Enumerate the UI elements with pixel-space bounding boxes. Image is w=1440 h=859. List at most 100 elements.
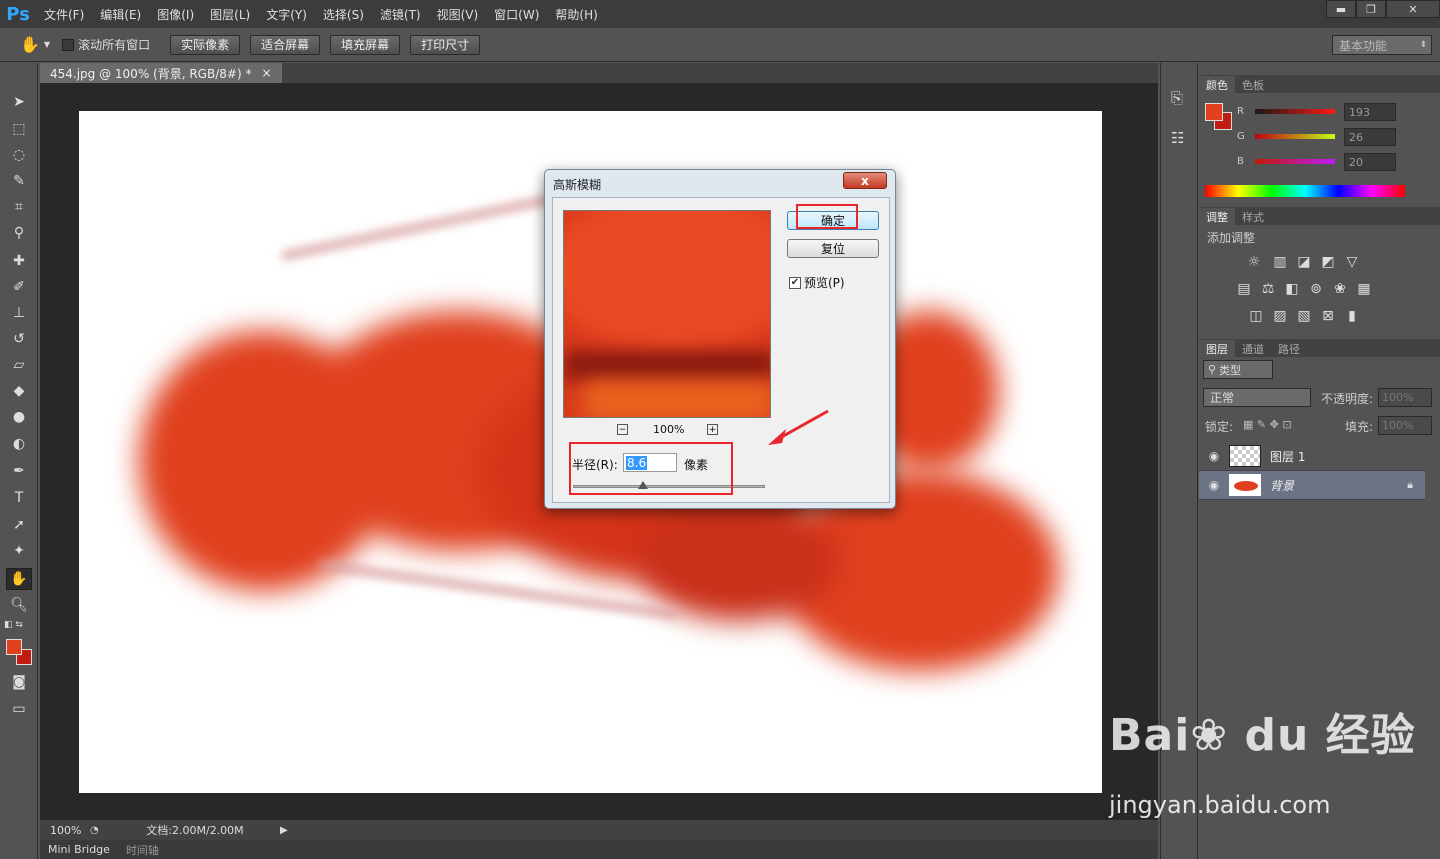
menu-layer[interactable]: 图层(L) bbox=[202, 6, 258, 23]
brightness-icon[interactable]: ☼ bbox=[1245, 254, 1263, 270]
crop-tool-icon[interactable]: ⌗ bbox=[6, 196, 32, 218]
zoom-tool-icon[interactable]: 🔍︎ bbox=[6, 594, 32, 616]
gradient-map-icon[interactable]: ▮ bbox=[1343, 308, 1361, 324]
quick-select-tool-icon[interactable]: ✎ bbox=[6, 170, 32, 192]
close-window-button[interactable]: ✕ bbox=[1386, 0, 1440, 18]
quick-mask-icon[interactable]: ◙ bbox=[6, 671, 32, 693]
tab-layers[interactable]: 图层 bbox=[1199, 340, 1235, 357]
dialog-close-button[interactable]: x bbox=[843, 172, 887, 189]
status-info-icon[interactable]: ◔ bbox=[90, 825, 110, 836]
hand-tool-icon[interactable]: ✋ bbox=[20, 35, 40, 54]
properties-panel-icon[interactable]: ☷ bbox=[1171, 129, 1184, 147]
layer-row-background[interactable]: ◉ 背景 🔒︎ bbox=[1199, 471, 1425, 500]
panel-foreground-swatch[interactable] bbox=[1205, 103, 1223, 121]
r-value[interactable]: 193 bbox=[1344, 103, 1396, 121]
tab-styles[interactable]: 样式 bbox=[1235, 208, 1271, 225]
actual-pixels-button[interactable]: 实际像素 bbox=[170, 34, 241, 55]
blur-tool-icon[interactable]: ● bbox=[6, 406, 32, 428]
tab-paths[interactable]: 路径 bbox=[1271, 340, 1307, 357]
threshold-icon[interactable]: ▧ bbox=[1295, 308, 1313, 324]
tool-preset-dropdown-icon[interactable]: ▼ bbox=[44, 40, 50, 49]
color-balance-icon[interactable]: ⚖ bbox=[1259, 281, 1277, 297]
paint-bucket-tool-icon[interactable]: ◆ bbox=[6, 380, 32, 402]
fit-screen-button[interactable]: 适合屏幕 bbox=[250, 34, 321, 55]
photo-filter-icon[interactable]: ⊚ bbox=[1307, 281, 1325, 297]
menu-help[interactable]: 帮助(H) bbox=[547, 6, 605, 23]
preview-zoom-out-button[interactable]: − bbox=[617, 424, 628, 435]
dodge-tool-icon[interactable]: ◐ bbox=[6, 433, 32, 455]
menu-select[interactable]: 选择(S) bbox=[315, 6, 372, 23]
zoom-level[interactable]: 100% bbox=[40, 824, 90, 837]
fill-screen-button[interactable]: 填充屏幕 bbox=[330, 34, 401, 55]
foreground-color-swatch[interactable] bbox=[6, 639, 22, 655]
menu-window[interactable]: 窗口(W) bbox=[486, 6, 547, 23]
hue-saturation-icon[interactable]: ▤ bbox=[1235, 281, 1253, 297]
menu-edit[interactable]: 编辑(E) bbox=[92, 6, 149, 23]
eyedropper-tool-icon[interactable]: ⚲ bbox=[6, 222, 32, 244]
menu-filter[interactable]: 滤镜(T) bbox=[372, 6, 429, 23]
g-value[interactable]: 26 bbox=[1344, 128, 1396, 146]
eraser-tool-icon[interactable]: ▱ bbox=[6, 354, 32, 376]
preview-checkbox[interactable]: ✔ bbox=[789, 276, 801, 289]
tab-color[interactable]: 颜色 bbox=[1199, 76, 1235, 93]
shape-tool-icon[interactable]: ✦ bbox=[6, 540, 32, 562]
channel-mixer-icon[interactable]: ❀ bbox=[1331, 281, 1349, 297]
screen-mode-icon[interactable]: ▭ bbox=[6, 698, 32, 720]
print-size-button[interactable]: 打印尺寸 bbox=[410, 34, 481, 55]
preview-option[interactable]: ✔ 预览(P) bbox=[789, 274, 845, 291]
blur-preview[interactable] bbox=[563, 210, 771, 418]
exposure-icon[interactable]: ◩ bbox=[1319, 254, 1337, 270]
marquee-tool-icon[interactable]: ⬚ bbox=[6, 118, 32, 140]
menu-file[interactable]: 文件(F) bbox=[36, 6, 92, 23]
selective-color-icon[interactable]: ⊠ bbox=[1319, 308, 1337, 324]
menu-type[interactable]: 文字(Y) bbox=[258, 6, 315, 23]
tab-adjustments[interactable]: 调整 bbox=[1199, 208, 1235, 225]
pen-tool-icon[interactable]: ✒ bbox=[6, 460, 32, 482]
preview-zoom-in-button[interactable]: + bbox=[707, 424, 718, 435]
path-select-tool-icon[interactable]: ➚ bbox=[6, 514, 32, 536]
tab-swatches[interactable]: 色板 bbox=[1235, 76, 1271, 93]
tab-mini-bridge[interactable]: Mini Bridge bbox=[40, 840, 118, 859]
g-slider[interactable] bbox=[1255, 133, 1335, 139]
r-slider[interactable] bbox=[1255, 108, 1335, 114]
history-panel-icon[interactable]: ⎘ bbox=[1171, 89, 1183, 107]
color-lookup-icon[interactable]: ▦ bbox=[1355, 281, 1373, 297]
healing-brush-tool-icon[interactable]: ✚ bbox=[6, 250, 32, 272]
workspace-select[interactable]: 基本功能 ⬍ bbox=[1332, 35, 1432, 55]
posterize-icon[interactable]: ▨ bbox=[1271, 308, 1289, 324]
hand-tool-active-icon[interactable]: ✋ bbox=[6, 568, 32, 590]
document-tab-close-icon[interactable]: × bbox=[261, 66, 271, 80]
tab-channels[interactable]: 通道 bbox=[1235, 340, 1271, 357]
layer-filter-select[interactable]: ⚲ 类型 bbox=[1203, 360, 1273, 379]
menu-image[interactable]: 图像(I) bbox=[149, 6, 202, 23]
layer-visibility-icon[interactable]: ◉ bbox=[1199, 478, 1229, 492]
tab-timeline[interactable]: 时间轴 bbox=[118, 840, 167, 859]
b-value[interactable]: 20 bbox=[1344, 153, 1396, 171]
blend-mode-select[interactable]: 正常 bbox=[1203, 388, 1311, 407]
restore-button[interactable]: ❐ bbox=[1356, 0, 1386, 18]
document-tab[interactable]: 454.jpg @ 100% (背景, RGB/8#) * × bbox=[40, 63, 282, 83]
status-menu-arrow-icon[interactable]: ▶ bbox=[280, 825, 288, 836]
reset-button[interactable]: 复位 bbox=[787, 239, 879, 258]
invert-icon[interactable]: ◫ bbox=[1247, 308, 1265, 324]
minimize-button[interactable]: ▬ bbox=[1326, 0, 1356, 18]
color-spectrum[interactable] bbox=[1205, 185, 1405, 197]
stamp-tool-icon[interactable]: ⊥ bbox=[6, 302, 32, 324]
levels-icon[interactable]: ▥ bbox=[1271, 254, 1289, 270]
vibrance-icon[interactable]: ▽ bbox=[1343, 254, 1361, 270]
opacity-field[interactable]: 100% bbox=[1378, 388, 1432, 407]
scroll-all-checkbox[interactable] bbox=[62, 38, 75, 51]
menu-view[interactable]: 视图(V) bbox=[429, 6, 487, 23]
lasso-tool-icon[interactable]: ◌ bbox=[6, 144, 32, 166]
layer-visibility-icon[interactable]: ◉ bbox=[1199, 449, 1229, 463]
black-white-icon[interactable]: ◧ bbox=[1283, 281, 1301, 297]
lock-options-icon[interactable]: ▦ ✎ ✥ ⊡ bbox=[1243, 418, 1292, 431]
b-slider[interactable] bbox=[1255, 158, 1335, 164]
swap-colors-icon[interactable]: ◧ ⇆ bbox=[4, 620, 23, 630]
brush-tool-icon[interactable]: ✐ bbox=[6, 276, 32, 298]
move-tool-icon[interactable]: ➤ bbox=[6, 91, 32, 113]
history-brush-tool-icon[interactable]: ↺ bbox=[6, 328, 32, 350]
type-tool-icon[interactable]: T bbox=[6, 487, 32, 509]
fill-field[interactable]: 100% bbox=[1378, 416, 1432, 435]
curves-icon[interactable]: ◪ bbox=[1295, 254, 1313, 270]
